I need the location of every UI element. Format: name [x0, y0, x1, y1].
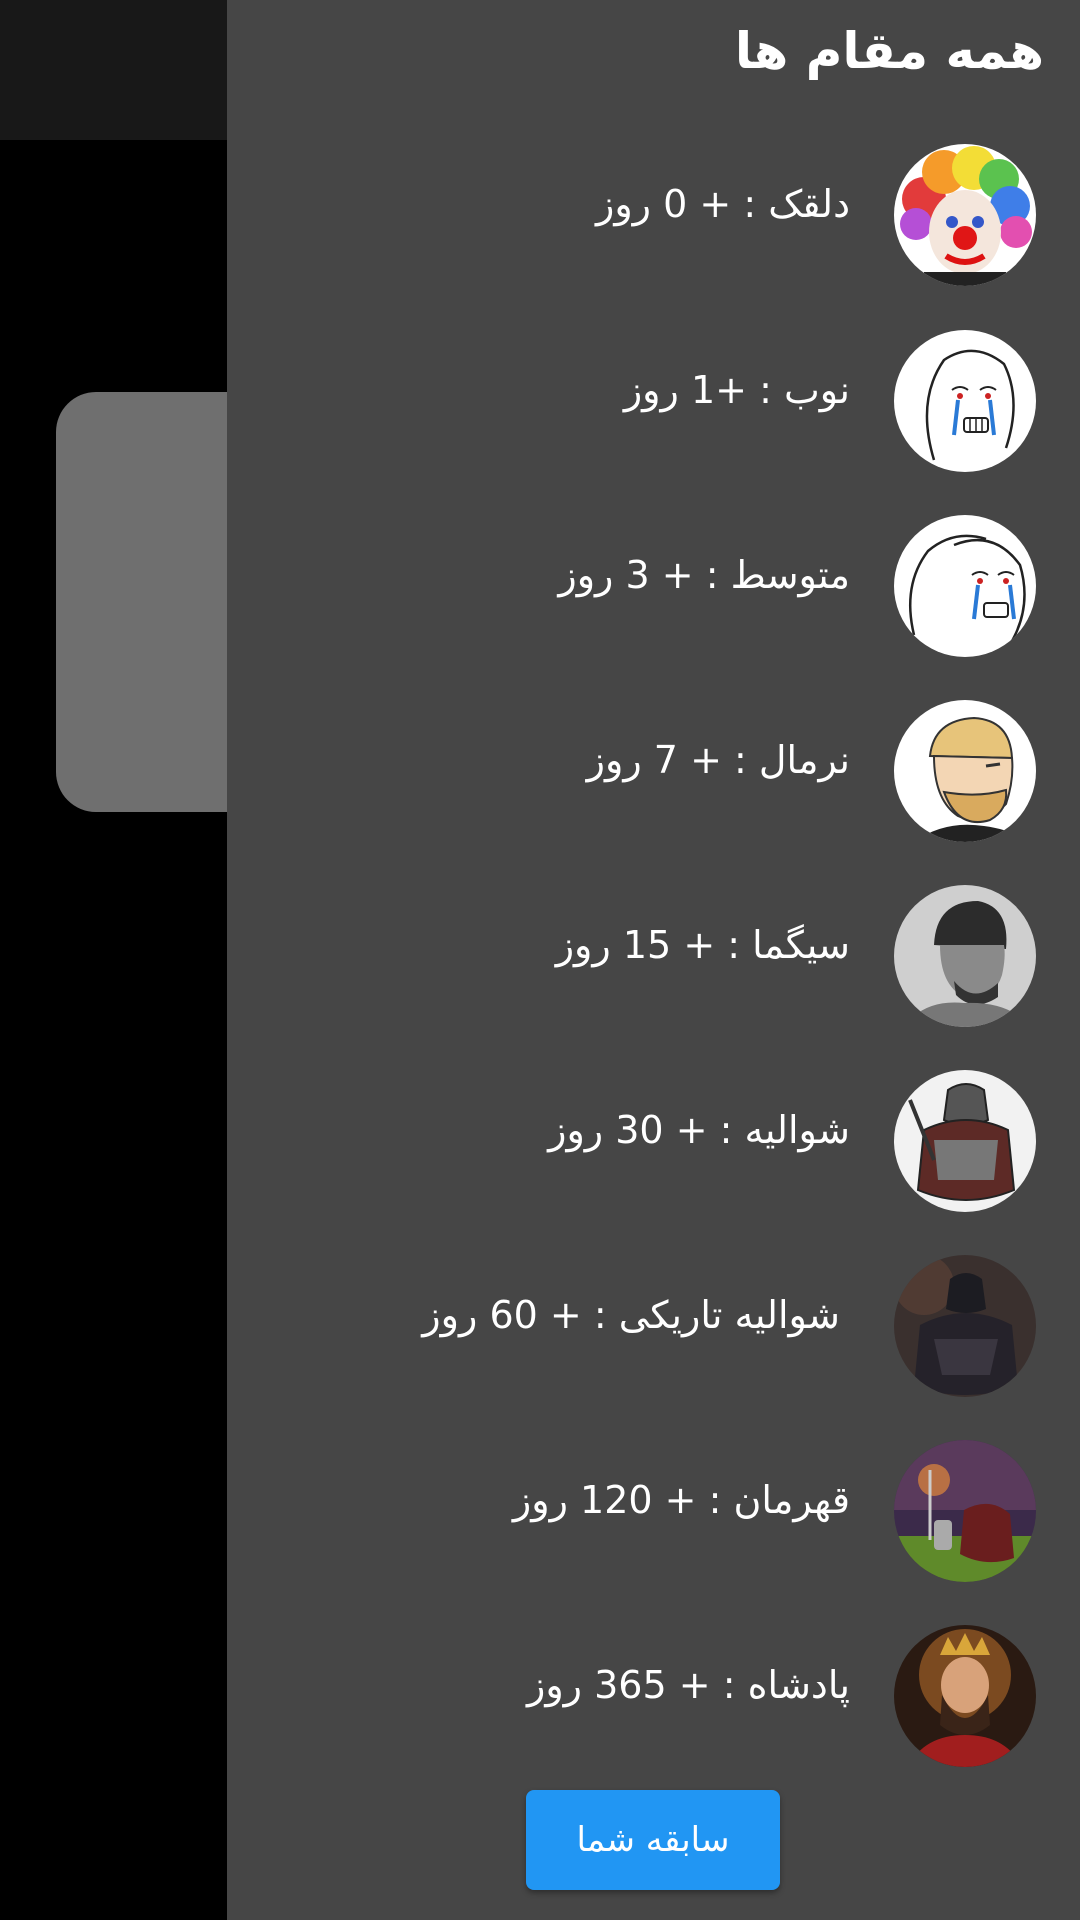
crying-wojak-avatar-icon	[894, 330, 1036, 472]
rank-item-clown: دلقک : + 0 روز	[227, 144, 1080, 286]
rank-label: شوالیه تاریکی : + 60 روز	[422, 1293, 840, 1337]
rank-label: نرمال : + 7 روز	[586, 738, 850, 782]
rank-list: دلقک : + 0 روز نوب: +1 روز متوسط: + 3 …	[227, 0, 1080, 1780]
clown-avatar-icon	[894, 144, 1036, 286]
dark-knight-avatar-icon	[894, 1255, 1036, 1397]
rank-item-noob: نوب : +1 روز	[227, 330, 1080, 472]
rank-item-king: پادشاه : + 365 روز	[227, 1625, 1080, 1767]
gigachad-avatar-icon	[894, 885, 1036, 1027]
rank-label: دلقک : + 0 روز	[595, 182, 850, 226]
rank-item-dark-knight: شوالیه تاریکی : + 60 روز	[227, 1255, 1080, 1397]
knight-avatar-icon	[894, 1070, 1036, 1212]
rank-item-hero: قهرمان : + 120 روز	[227, 1440, 1080, 1582]
yes-chad-avatar-icon	[894, 700, 1036, 842]
rank-label: پادشاه : + 365 روز	[526, 1663, 850, 1707]
rank-label: سیگما : + 15 روز	[555, 923, 850, 967]
crying-wojak-mask-avatar-icon	[894, 515, 1036, 657]
rank-item-knight: شوالیه : + 30 روز	[227, 1070, 1080, 1212]
ranks-drawer: همه مقام ها دلقک: + 0 روز نوب: +1 روز …	[227, 0, 1080, 1920]
rank-label: شوالیه : + 30 روز	[548, 1108, 850, 1152]
rank-item-normal: نرمال : + 7 روز	[227, 700, 1080, 842]
king-avatar-icon	[894, 1625, 1036, 1767]
rank-label: قهرمان : + 120 روز	[512, 1478, 850, 1522]
rank-label: نوب : +1 روز	[623, 368, 850, 412]
rank-label: متوسط : + 3 روز	[558, 553, 850, 597]
hero-avatar-icon	[894, 1440, 1036, 1582]
your-history-button[interactable]: سابقه شما	[526, 1790, 780, 1890]
rank-item-intermediate: متوسط : + 3 روز	[227, 515, 1080, 657]
rank-item-sigma: سیگما : + 15 روز	[227, 885, 1080, 1027]
